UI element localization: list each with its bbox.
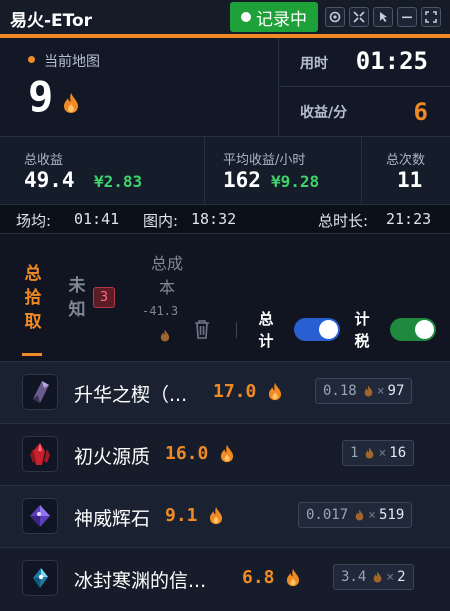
total-duration-value: 21:23 bbox=[386, 210, 432, 228]
list-item[interactable]: 初火源质 16.0 1 × 16 bbox=[0, 423, 450, 485]
tabs-bar: 总拾取 未知 3 总成本 -41.3 总计 计税 bbox=[0, 234, 450, 361]
total-switch-label: 总计 bbox=[258, 310, 274, 350]
flame-icon bbox=[63, 92, 79, 118]
item-value: 16.0 bbox=[165, 443, 209, 464]
totals-panel: 总收益 49.4 ¥2.83 平均收益/小时 162 ¥9.28 总次数 11 bbox=[0, 136, 450, 205]
total-count-value: 11 bbox=[397, 168, 423, 192]
in-map-value: 18:32 bbox=[191, 210, 237, 228]
rate-row: 收益/分 6 bbox=[280, 87, 450, 136]
flame-icon bbox=[286, 568, 300, 591]
flame-icon bbox=[220, 444, 234, 467]
list-item[interactable]: 冰封寒渊的信... 6.8 3.4 × 2 bbox=[0, 547, 450, 611]
total-income-cell: 总收益 49.4 ¥2.83 bbox=[0, 137, 205, 205]
status-dot-icon bbox=[28, 56, 35, 63]
pointer-icon[interactable] bbox=[373, 7, 393, 27]
unit-price: 0.017 bbox=[306, 507, 349, 523]
elapsed-time-row: 用时 01:25 bbox=[280, 38, 450, 87]
item-name: 升华之楔（... bbox=[74, 384, 188, 406]
avg-run-value: 01:41 bbox=[74, 210, 120, 228]
total-income-value: 49.4 bbox=[24, 168, 75, 192]
tax-switch-label: 计税 bbox=[354, 310, 370, 350]
current-stats-panel: 当前地图 9 用时 01:25 收益/分 6 bbox=[0, 38, 450, 136]
total-income-money: ¥2.83 bbox=[94, 172, 143, 191]
trash-icon[interactable] bbox=[192, 318, 212, 344]
toggle-knob bbox=[319, 320, 338, 339]
violet-gem-icon bbox=[22, 498, 58, 534]
hourly-income-money: ¥9.28 bbox=[271, 172, 320, 191]
flame-icon bbox=[209, 506, 223, 529]
total-cost-label: 总成本 bbox=[150, 254, 183, 297]
item-value: 6.8 bbox=[242, 567, 275, 588]
settings-icon[interactable] bbox=[325, 7, 345, 27]
app-title: 易火-ETor bbox=[10, 11, 93, 31]
rate-value: 6 bbox=[413, 98, 428, 126]
item-value: 9.1 bbox=[165, 505, 198, 526]
recording-label: 记录中 bbox=[256, 9, 307, 30]
list-item[interactable]: 升华之楔（... 17.0 0.18 × 97 bbox=[0, 361, 450, 423]
small-flame-icon bbox=[366, 447, 374, 459]
item-price-qty: 0.18 × 97 bbox=[315, 378, 413, 404]
item-quantity: 2 bbox=[397, 569, 406, 585]
current-map-section: 当前地图 9 bbox=[0, 38, 279, 136]
item-quantity: 16 bbox=[389, 445, 407, 461]
shrink-icon[interactable] bbox=[349, 7, 369, 27]
item-quantity: 519 bbox=[378, 507, 405, 523]
recording-button[interactable]: 记录中 bbox=[230, 2, 318, 32]
total-toggle[interactable] bbox=[294, 318, 340, 341]
list-item[interactable]: 神威辉石 9.1 0.017 × 519 bbox=[0, 485, 450, 547]
record-dot-icon bbox=[241, 12, 251, 22]
item-price-qty: 1 × 16 bbox=[342, 440, 415, 466]
flame-icon bbox=[268, 382, 282, 405]
tab-unknown[interactable]: 未知 bbox=[67, 274, 87, 322]
minimize-icon[interactable] bbox=[397, 7, 417, 27]
item-value: 17.0 bbox=[213, 381, 257, 402]
elapsed-time-label: 用时 bbox=[300, 56, 328, 72]
rate-label: 收益/分 bbox=[300, 105, 348, 121]
small-flame-icon bbox=[373, 571, 382, 583]
purple-shard-icon bbox=[22, 374, 58, 410]
total-count-label: 总次数 bbox=[386, 153, 426, 168]
item-name: 初火源质 bbox=[74, 446, 151, 468]
unknown-count-badge: 3 bbox=[93, 287, 115, 308]
active-tab-indicator bbox=[22, 353, 42, 356]
total-income-label: 总收益 bbox=[24, 153, 64, 168]
total-cost-value: -41.3 bbox=[142, 304, 179, 318]
tabs-divider bbox=[236, 322, 237, 338]
unit-price: 0.18 bbox=[323, 383, 357, 399]
total-count-cell: 总次数 11 bbox=[362, 137, 450, 205]
cost-flame-icon bbox=[160, 327, 170, 346]
item-name: 神威辉石 bbox=[74, 508, 151, 530]
hourly-income-cell: 平均收益/小时 162 ¥9.28 bbox=[205, 137, 362, 205]
tax-toggle[interactable] bbox=[390, 318, 436, 341]
time-summary-bar: 场均: 01:41 图内: 18:32 总时长: 21:23 bbox=[0, 204, 450, 234]
unit-price: 1 bbox=[350, 445, 359, 461]
total-duration-label: 总时长: bbox=[318, 212, 369, 230]
item-price-qty: 3.4 × 2 bbox=[333, 564, 414, 590]
expand-icon[interactable] bbox=[421, 7, 441, 27]
toggle-knob bbox=[415, 320, 434, 339]
title-bar: 易火-ETor 记录中 bbox=[0, 0, 450, 34]
item-list: 升华之楔（... 17.0 0.18 × 97 初火源质 16.0 1 × 16 bbox=[0, 361, 450, 611]
item-price-qty: 0.017 × 519 bbox=[298, 502, 413, 528]
ice-crystal-icon bbox=[22, 560, 58, 596]
hourly-income-label: 平均收益/小时 bbox=[223, 153, 306, 168]
item-quantity: 97 bbox=[387, 383, 405, 399]
unit-price: 3.4 bbox=[341, 569, 367, 585]
small-flame-icon bbox=[355, 509, 364, 521]
current-map-label: 当前地图 bbox=[44, 54, 100, 70]
in-map-label: 图内: bbox=[143, 212, 179, 230]
current-map-value: 9 bbox=[28, 72, 54, 121]
red-crystal-icon bbox=[22, 436, 58, 472]
avg-run-label: 场均: bbox=[16, 212, 52, 230]
tab-total-pickup[interactable]: 总拾取 bbox=[22, 262, 44, 334]
hourly-income-value: 162 bbox=[223, 168, 261, 192]
elapsed-time-value: 01:25 bbox=[355, 47, 428, 75]
small-flame-icon bbox=[364, 385, 373, 397]
item-name: 冰封寒渊的信... bbox=[74, 570, 207, 592]
